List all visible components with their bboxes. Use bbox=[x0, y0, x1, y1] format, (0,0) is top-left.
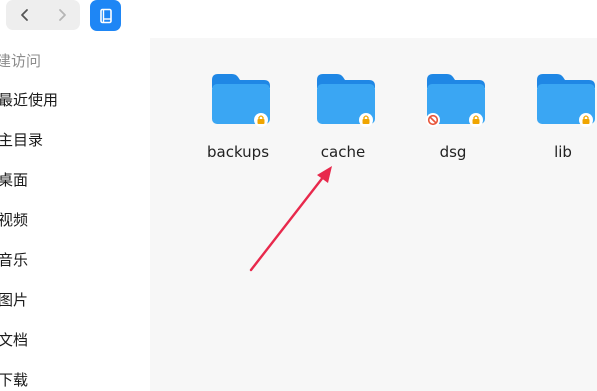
sidebar-item-desktop[interactable]: 桌面 bbox=[0, 167, 28, 193]
folder-item-lib[interactable]: lib bbox=[523, 70, 597, 170]
sidebar-item-home[interactable]: 主目录 bbox=[0, 127, 43, 153]
folder-name: cache bbox=[320, 143, 366, 161]
folder-name: lib bbox=[554, 143, 572, 161]
folder-icon bbox=[426, 74, 485, 127]
folder-item-backups[interactable]: backups bbox=[198, 70, 278, 170]
forward-button[interactable] bbox=[43, 0, 80, 30]
sidebar-item-documents[interactable]: 文档 bbox=[0, 327, 28, 353]
lock-icon bbox=[469, 113, 483, 127]
sidebar: 建访问 最近使用 主目录 桌面 视频 音乐 图片 文档 下载 bbox=[0, 38, 150, 391]
file-grid: backups cache dsg lib bbox=[150, 38, 597, 391]
chevron-left-icon bbox=[20, 9, 28, 21]
file-manager-window: 建访问 最近使用 主目录 桌面 视频 音乐 图片 文档 下载 backups c… bbox=[0, 0, 597, 391]
sidebar-item-pictures[interactable]: 图片 bbox=[0, 287, 28, 313]
folder-icon bbox=[537, 74, 595, 127]
folder-item-dsg[interactable]: dsg bbox=[413, 70, 493, 170]
toolbar bbox=[0, 0, 597, 38]
lock-icon bbox=[254, 113, 268, 127]
back-button[interactable] bbox=[6, 0, 43, 30]
no-access-icon bbox=[426, 113, 440, 127]
sidebar-section-header: 建访问 bbox=[0, 52, 42, 70]
lock-icon bbox=[359, 113, 373, 127]
sidebar-item-downloads[interactable]: 下载 bbox=[0, 367, 28, 391]
folder-icon bbox=[212, 74, 270, 127]
navigation-buttons bbox=[6, 0, 80, 30]
folder-item-cache[interactable]: cache bbox=[303, 70, 383, 170]
sidebar-item-videos[interactable]: 视频 bbox=[0, 207, 28, 233]
chevron-right-icon bbox=[58, 9, 66, 21]
sidebar-item-music[interactable]: 音乐 bbox=[0, 247, 28, 273]
lock-icon bbox=[579, 113, 593, 127]
book-icon bbox=[99, 8, 112, 23]
folder-name: dsg bbox=[439, 143, 467, 161]
folder-icon bbox=[317, 74, 375, 127]
folder-name: backups bbox=[206, 143, 270, 161]
view-mode-button[interactable] bbox=[90, 0, 121, 31]
sidebar-item-recent[interactable]: 最近使用 bbox=[0, 87, 58, 113]
